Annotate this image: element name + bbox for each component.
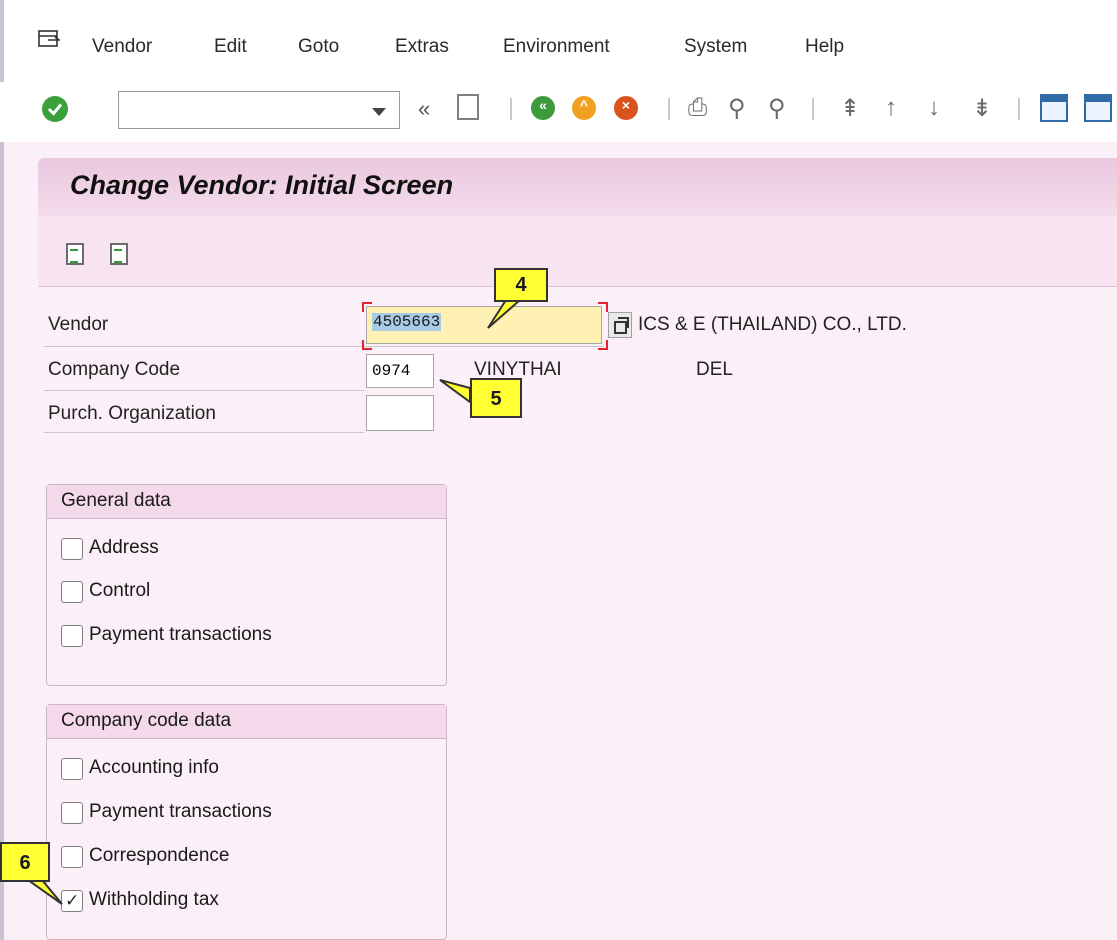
find-next-icon[interactable]: ⚲ — [768, 94, 786, 123]
purch-org-label: Purch. Organization — [48, 403, 216, 424]
search-help-icon[interactable] — [608, 312, 632, 338]
create-session-icon[interactable] — [1040, 94, 1068, 122]
focus-marker — [362, 340, 372, 350]
shortcut-icon[interactable] — [1084, 94, 1112, 122]
checkbox-label: Address — [89, 537, 159, 558]
checkbox[interactable]: ✓ — [61, 890, 83, 912]
group-title: Company code data — [47, 705, 446, 739]
checkbox[interactable] — [61, 846, 83, 868]
focus-marker — [362, 302, 372, 312]
company-code-data-group: Company code data Accounting info Paymen… — [46, 704, 447, 940]
general-data-group: General data Address Control Payment tra… — [46, 484, 447, 686]
exit-icon[interactable]: ^ — [572, 96, 596, 120]
checkbox[interactable] — [61, 538, 83, 560]
checkbox-label: Control — [89, 580, 151, 601]
toolbar-separator — [510, 98, 512, 120]
menu-environment[interactable]: Environment — [503, 36, 610, 58]
checkbox[interactable] — [61, 802, 83, 824]
callout-pointer-5 — [439, 379, 471, 404]
page-title: Change Vendor: Initial Screen — [70, 170, 454, 200]
cancel-icon[interactable]: × — [614, 96, 638, 120]
checkbox-label: Correspondence — [89, 845, 230, 866]
purch-org-field[interactable] — [366, 395, 434, 431]
next-page-icon[interactable]: ↓ — [928, 94, 940, 122]
menu-help[interactable]: Help — [805, 36, 844, 58]
find-icon[interactable]: ⚲ — [728, 94, 746, 123]
command-field[interactable] — [118, 91, 400, 129]
print-icon[interactable]: ⎙ — [688, 94, 707, 122]
row-divider — [44, 390, 364, 391]
last-page-icon[interactable]: ⇟ — [972, 94, 992, 123]
toolbar-separator — [812, 98, 814, 120]
save-icon[interactable] — [457, 94, 479, 120]
company-code-field[interactable] — [366, 354, 434, 388]
menu-system[interactable]: System — [684, 36, 747, 58]
chevron-down-icon[interactable] — [372, 108, 386, 116]
select-all-icon[interactable] — [66, 243, 84, 265]
company-code-label: Company Code — [48, 359, 181, 380]
back-green-icon[interactable]: « — [531, 96, 555, 120]
vendor-label: Vendor — [48, 314, 109, 335]
first-page-icon[interactable]: ⇞ — [840, 94, 860, 123]
back-icon[interactable]: « — [418, 96, 430, 122]
enter-icon[interactable] — [42, 96, 68, 122]
checkbox[interactable] — [61, 758, 83, 780]
vendor-field[interactable]: 4505663 — [366, 306, 602, 344]
checkbox-label: Payment transactions — [89, 624, 272, 645]
group-title: General data — [47, 485, 446, 519]
toolbar-separator — [1018, 98, 1020, 120]
vendor-value: 4505663 — [372, 313, 442, 331]
menu-edit[interactable]: Edit — [214, 36, 247, 58]
callout-5: 5 — [470, 378, 522, 418]
checkbox-label: Payment transactions — [89, 801, 272, 822]
toolbar-separator — [668, 98, 670, 120]
vendor-description: ICS & E (THAILAND) CO., LTD. — [638, 314, 907, 335]
menu-vendor[interactable]: Vendor — [92, 36, 152, 58]
deselect-all-icon[interactable] — [110, 243, 128, 265]
menu-goto[interactable]: Goto — [298, 36, 339, 58]
checkbox-label: Withholding tax — [89, 889, 219, 910]
company-code-extra: DEL — [696, 359, 733, 380]
focus-marker — [598, 340, 608, 350]
checkbox[interactable] — [61, 625, 83, 647]
focus-marker — [598, 302, 608, 312]
row-divider — [44, 346, 604, 347]
application-toolbar — [38, 216, 1117, 287]
system-menu-icon[interactable] — [38, 30, 60, 50]
checkbox-label: Accounting info — [89, 757, 219, 778]
checkbox[interactable] — [61, 581, 83, 603]
previous-page-icon[interactable]: ↑ — [885, 94, 897, 122]
callout-6: 6 — [0, 842, 50, 882]
menu-extras[interactable]: Extras — [395, 36, 449, 58]
row-divider — [44, 432, 364, 433]
callout-4: 4 — [494, 268, 548, 302]
check-icon: ✓ — [65, 891, 80, 910]
